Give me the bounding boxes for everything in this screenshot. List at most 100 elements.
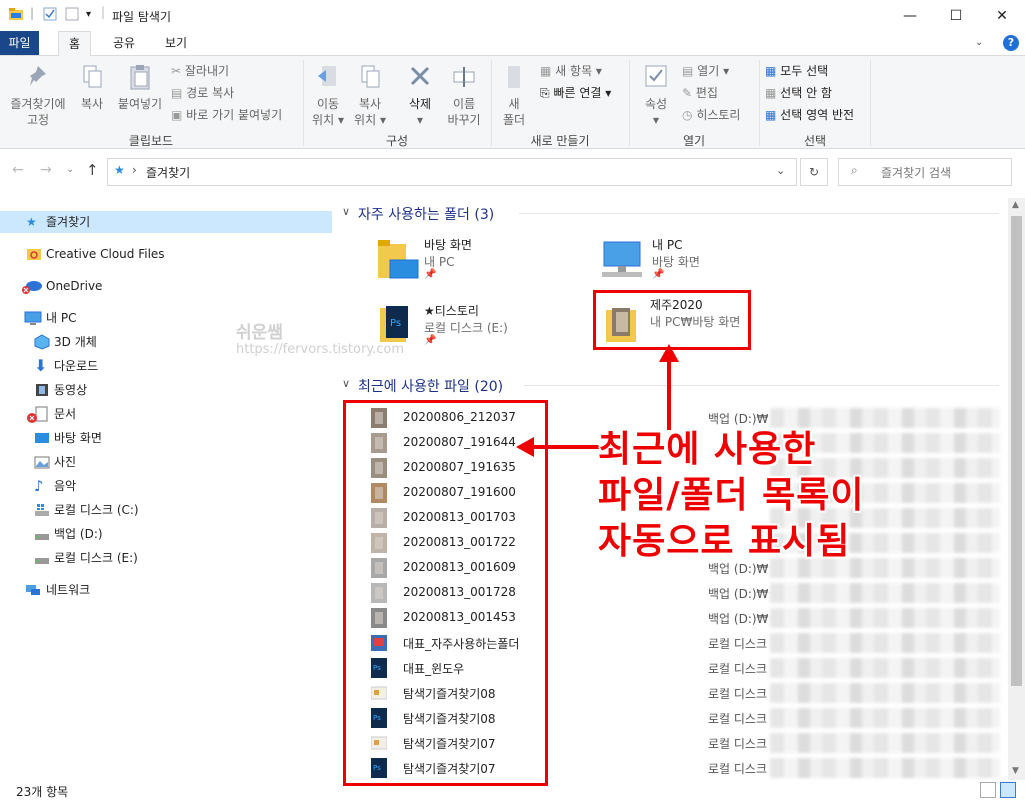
back-arrow-icon[interactable]: ← xyxy=(12,162,24,178)
frequent-folder-tistory[interactable]: Ps ★티스토리 로컬 디스크 (E:) 📌 xyxy=(374,298,594,354)
properties-button[interactable]: 속성 ▾ xyxy=(636,62,676,128)
paste-label: 붙여넣기 xyxy=(117,97,163,111)
up-arrow-icon[interactable]: ↑ xyxy=(86,161,99,179)
tile-name: 바탕 화면 xyxy=(424,238,472,252)
new-folder-label-2: 폴더 xyxy=(502,113,526,127)
address-dropdown-icon[interactable]: ⌄ xyxy=(776,164,785,177)
easy-access-button[interactable]: ⎘ 빠른 연결 ▾ xyxy=(540,84,611,101)
search-input[interactable]: 즐겨찾기 검색 xyxy=(881,164,951,181)
file-location: 로컬 디스크 xyxy=(708,737,768,751)
recent-files-header[interactable]: 최근에 사용한 파일 (20) xyxy=(358,376,503,396)
collapse-chevron-icon[interactable]: ∨ xyxy=(342,205,350,218)
ribbon-separator xyxy=(870,60,871,146)
file-location: 로컬 디스크 xyxy=(708,637,768,651)
tile-sub: 바탕 화면 xyxy=(652,255,700,269)
navigation-row: ← → ⌄ ↑ ★ › 즐겨찾기 ⌄ ↻ ⌕ 즐겨찾기 검색 xyxy=(0,156,1025,190)
ribbon-tabs: 파일 홈 공유 보기 ⌄ ? xyxy=(0,31,1025,57)
copy-to-icon xyxy=(361,65,380,88)
blurred-path xyxy=(770,608,1000,628)
rename-button[interactable]: 이름 바꾸기 xyxy=(442,62,486,128)
properties-quick-icon[interactable] xyxy=(42,6,58,22)
move-icon xyxy=(318,66,336,86)
windows-drive-icon xyxy=(34,502,50,518)
open-button[interactable]: ▤ 열기 ▾ xyxy=(682,62,729,79)
new-folder-button[interactable]: 새 폴더 xyxy=(496,62,532,128)
copy-icon xyxy=(83,65,102,88)
new-folder-label-1: 새 xyxy=(508,97,520,111)
collapse-chevron-icon[interactable]: ∨ xyxy=(342,377,350,390)
open-label: 열기 xyxy=(697,64,720,78)
breadcrumb-quick-access[interactable]: 즐겨찾기 xyxy=(146,164,190,181)
select-all-label: 모두 선택 xyxy=(780,64,829,78)
copy-button[interactable]: 복사 xyxy=(74,62,110,112)
edit-icon: ✎ xyxy=(682,86,693,100)
help-icon[interactable]: ? xyxy=(1003,35,1019,51)
nav-label: 백업 (D:) xyxy=(54,527,103,541)
tab-view[interactable]: 보기 xyxy=(155,31,197,55)
forward-arrow-icon[interactable]: → xyxy=(40,162,52,178)
title-divider: | xyxy=(101,5,106,19)
new-folder-quick-icon[interactable] xyxy=(64,6,80,22)
shortcut-icon: ▣ xyxy=(171,108,183,122)
nav-label: 바탕 화면 xyxy=(54,431,102,445)
copy-to-label-1: 복사 xyxy=(358,97,382,111)
scroll-down-icon[interactable]: ▼ xyxy=(1012,766,1019,776)
history-button[interactable]: ◷ 히스토리 xyxy=(682,106,740,123)
tab-file[interactable]: 파일 xyxy=(0,31,39,55)
paste-shortcut-button[interactable]: ▣ 바로 가기 붙여넣기 xyxy=(171,106,282,123)
desktop-icon xyxy=(34,430,50,446)
properties-check-icon xyxy=(645,65,667,87)
minimize-button[interactable]: — xyxy=(887,0,933,31)
file-location: 백업 (D:)₩★ xyxy=(708,612,770,626)
document-icon xyxy=(26,406,48,423)
move-to-button[interactable]: 이동 위치 ▾ xyxy=(308,62,348,128)
blurred-path xyxy=(770,733,1000,753)
file-location: 로컬 디스크 xyxy=(708,712,768,726)
invert-selection-button[interactable]: ▦ 선택 영역 반전 xyxy=(765,106,854,123)
collapse-ribbon-icon[interactable]: ⌄ xyxy=(975,37,983,48)
rename-icon xyxy=(453,67,475,87)
properties-label: 속성 xyxy=(644,97,668,111)
svg-text:Ps: Ps xyxy=(390,318,401,329)
frequent-folders-header[interactable]: 자주 사용하는 폴더 (3) xyxy=(358,204,494,224)
recent-locations-icon[interactable]: ⌄ xyxy=(66,164,74,175)
new-item-button[interactable]: ▦ 새 항목 ▾ xyxy=(540,62,602,79)
frequent-folder-desktop[interactable]: 바탕 화면 내 PC 📌 xyxy=(374,232,594,288)
cut-button[interactable]: ✂ 잘라내기 xyxy=(171,62,229,79)
chevron-down-icon[interactable]: ▾ xyxy=(86,9,102,25)
refresh-button[interactable]: ↻ xyxy=(800,158,828,186)
onedrive-cloud-icon xyxy=(22,278,42,294)
maximize-button[interactable]: ☐ xyxy=(933,0,979,31)
nav-item-quick-access[interactable]: ★ 즐겨찾기 xyxy=(0,211,332,233)
copy-to-button[interactable]: 복사 위치 ▾ xyxy=(350,62,390,128)
download-arrow-icon: ⬇ xyxy=(34,356,48,375)
computer-icon xyxy=(24,310,42,326)
select-none-button[interactable]: ▦ 선택 안 함 xyxy=(765,84,832,101)
edit-button[interactable]: ✎ 편집 xyxy=(682,84,718,101)
delete-button[interactable]: 삭제 ▾ xyxy=(400,62,440,128)
tab-share[interactable]: 공유 xyxy=(103,31,145,55)
star-icon: ★ xyxy=(114,163,125,177)
annotation-line-2: 파일/폴더 목록이 xyxy=(598,475,865,516)
paste-button[interactable]: 붙여넣기 xyxy=(114,62,166,112)
tiles-view-icon[interactable] xyxy=(1000,782,1016,798)
search-box[interactable]: ⌕ 즐겨찾기 검색 xyxy=(838,158,1012,186)
address-bar[interactable]: ★ › 즐겨찾기 ⌄ xyxy=(107,158,797,186)
cut-label: 잘라내기 xyxy=(184,64,230,78)
scrollbar-thumb[interactable] xyxy=(1011,216,1022,686)
tab-home[interactable]: 홈 xyxy=(58,31,92,57)
pin-quick-access-button[interactable]: 즐겨찾기에 고정 xyxy=(6,62,70,128)
select-all-button[interactable]: ▦ 모두 선택 xyxy=(765,62,828,79)
move-label-1: 이동 xyxy=(316,97,340,111)
highlight-box-jeju xyxy=(593,290,751,350)
copy-path-button[interactable]: ▤ 경로 복사 xyxy=(171,84,234,101)
nav-label: 즐겨찾기 xyxy=(46,215,91,229)
frequent-folder-this-pc[interactable]: 내 PC 바탕 화면 📌 xyxy=(598,232,818,288)
blurred-path xyxy=(770,708,1000,728)
close-button[interactable]: ✕ xyxy=(979,0,1025,31)
scroll-up-icon[interactable]: ▲ xyxy=(1012,200,1019,210)
vertical-scrollbar[interactable]: ▲ ▼ xyxy=(1008,198,1025,780)
cube-icon xyxy=(34,334,50,350)
move-label-2: 위치 xyxy=(312,113,335,127)
details-view-icon[interactable] xyxy=(980,782,996,798)
